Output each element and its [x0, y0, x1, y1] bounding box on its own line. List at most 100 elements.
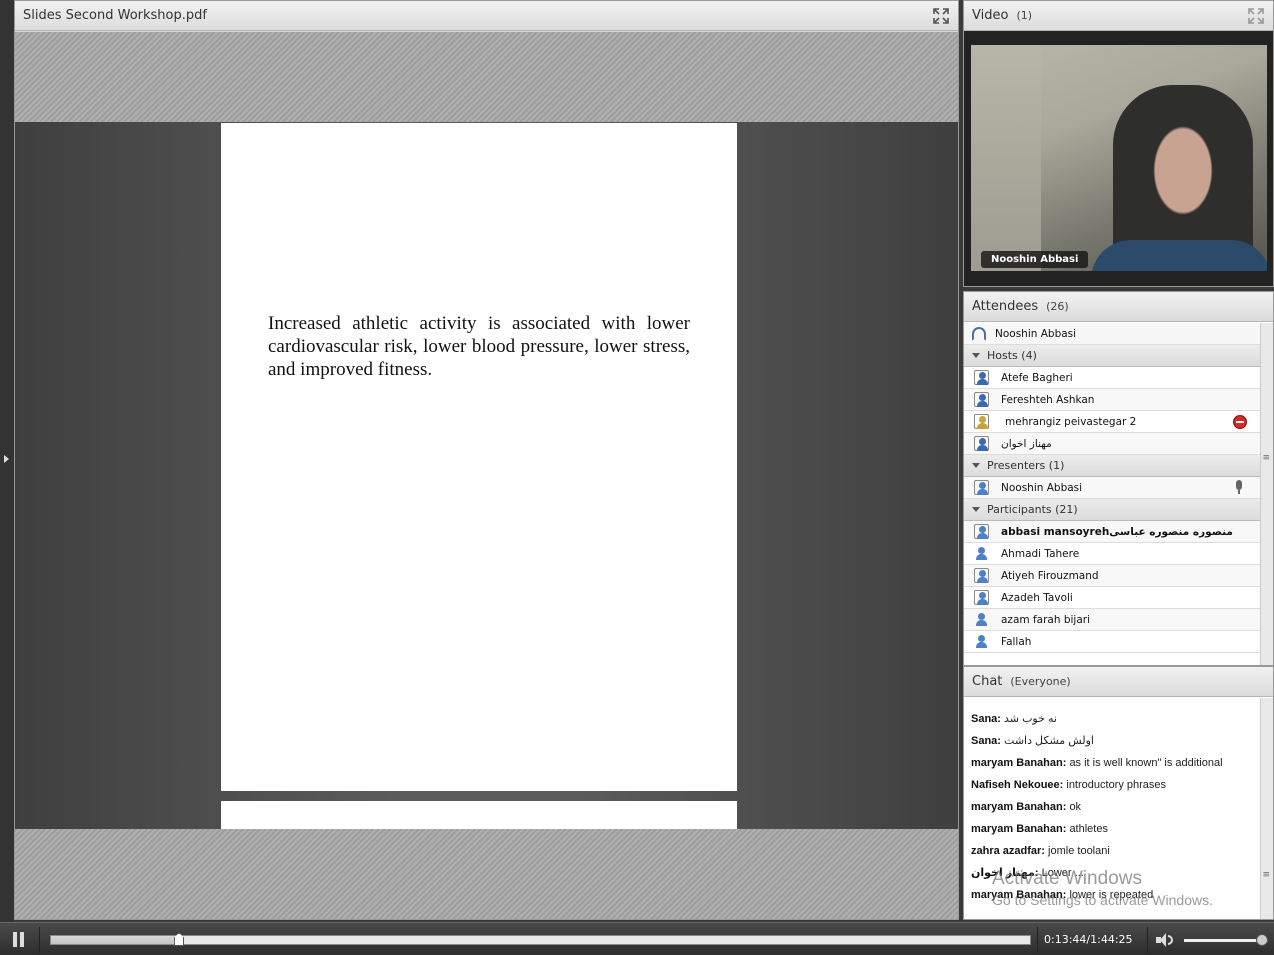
presenter-shoulders	[1091, 240, 1267, 271]
pause-icon[interactable]	[12, 932, 26, 947]
video-background	[971, 45, 1041, 271]
playback-time: 0:13:44/1:44:25	[1044, 933, 1133, 946]
participant-name: abbasi mansoyrehمنصوره منصوره عباسی	[1001, 525, 1233, 538]
participant-name: Fallah	[1001, 635, 1032, 648]
chat-sender: maryam Banahan:	[971, 823, 1067, 835]
collapse-triangle-icon[interactable]	[972, 507, 980, 512]
chat-text: Lower ...	[1041, 867, 1084, 879]
hosts-label: Hosts (4)	[987, 349, 1037, 362]
participant-user-icon	[974, 612, 989, 627]
chat-message: Nafiseh Nekouee: introductory phrases	[971, 774, 1261, 796]
chat-text: athletes	[1069, 823, 1108, 835]
share-pod-title: Slides Second Workshop.pdf	[23, 8, 207, 23]
webcam-video[interactable]: Nooshin Abbasi	[971, 45, 1267, 271]
chat-text: as it is well known" is additional	[1069, 757, 1223, 769]
host-name: mehrangiz peivastegar 2	[1005, 415, 1137, 428]
host-user-icon	[974, 436, 989, 451]
participant-user-icon	[974, 546, 989, 561]
share-pod-header: Slides Second Workshop.pdf	[15, 1, 958, 31]
chat-sender: maryam Banahan:	[971, 801, 1067, 813]
participant-user-icon	[974, 524, 989, 539]
seek-bar[interactable]	[50, 935, 1031, 945]
video-pod: Video (1) Nooshin Abbasi	[963, 0, 1274, 287]
participant-row[interactable]: Fallah	[964, 631, 1261, 653]
host-row[interactable]: Atefe Bagheri	[964, 367, 1261, 389]
chat-scrollbar[interactable]: ≡	[1260, 698, 1273, 919]
chat-pod: Chat (Everyone) Sana: نه خوب شد Sana: او…	[963, 666, 1274, 920]
chat-sender: مهناز اخوان:	[971, 867, 1039, 879]
chat-scope[interactable]: (Everyone)	[1010, 675, 1070, 688]
slide-page: Increased athletic activity is associate…	[221, 123, 737, 791]
participant-row[interactable]: Azadeh Tavoli	[964, 587, 1261, 609]
chat-message: zahra azadfar: jomle toolani	[971, 840, 1261, 862]
scroll-grip-icon[interactable]: ≡	[1262, 870, 1270, 880]
chat-text: اولش مشکل داشت	[1004, 735, 1094, 747]
host-row[interactable]: Fereshteh Ashkan	[964, 389, 1261, 411]
divider	[39, 927, 40, 953]
host-user-icon	[974, 392, 989, 407]
attendees-title: Attendees	[972, 299, 1039, 314]
presenters-group[interactable]: Presenters (1)	[964, 455, 1261, 477]
chat-sender: zahra azadfar:	[971, 845, 1045, 857]
chat-text: نه خوب شد	[1004, 713, 1057, 725]
hosts-group[interactable]: Hosts (4)	[964, 345, 1261, 367]
attendees-pod-header: Attendees (26)	[964, 292, 1273, 322]
participant-name: Ahmadi Tahere	[1001, 547, 1080, 560]
presenters-label: Presenters (1)	[987, 459, 1065, 472]
next-slide-page	[221, 801, 737, 829]
expand-arrow-icon[interactable]	[4, 455, 9, 463]
share-stage: Increased athletic activity is associate…	[15, 32, 958, 919]
chat-message: maryam Banahan: athletes	[971, 818, 1261, 840]
chat-sender: Sana:	[971, 735, 1001, 747]
chat-message: maryam Banahan: ok	[971, 796, 1261, 818]
participant-name: Azadeh Tavoli	[1001, 591, 1073, 604]
seek-progress	[51, 936, 180, 944]
scroll-grip-icon[interactable]: ≡	[1262, 453, 1270, 463]
playback-bar: 0:13:44/1:44:25	[0, 922, 1274, 955]
participant-name: azam farah bijari	[1001, 613, 1090, 626]
host-name: مهناز اخوان	[1001, 437, 1052, 450]
chat-pod-header: Chat (Everyone)	[964, 667, 1273, 697]
host-name: Atefe Bagheri	[1001, 371, 1073, 384]
presenter-name: Nooshin Abbasi	[1001, 481, 1083, 494]
volume-handle[interactable]	[1256, 934, 1268, 946]
chat-text: jomle toolani	[1048, 845, 1110, 857]
participant-row[interactable]: abbasi mansoyrehمنصوره منصوره عباسی	[964, 521, 1261, 543]
right-column: Video (1) Nooshin Abbasi Attendees (26) …	[963, 0, 1274, 922]
chat-sender: maryam Banahan:	[971, 757, 1067, 769]
participant-row[interactable]: Ahmadi Tahere	[964, 543, 1261, 565]
collapse-triangle-icon[interactable]	[972, 463, 980, 468]
divider	[1147, 927, 1148, 953]
chat-sender: Nafiseh Nekouee:	[971, 779, 1064, 791]
host-row[interactable]: مهناز اخوان	[964, 433, 1261, 455]
participant-row[interactable]: Atiyeh Firouzmand	[964, 565, 1261, 587]
host-user-icon	[974, 414, 989, 429]
fullscreen-icon[interactable]	[1247, 7, 1265, 25]
divider	[1037, 927, 1038, 953]
host-name: Fereshteh Ashkan	[1001, 393, 1095, 406]
video-pod-header: Video (1)	[964, 1, 1273, 31]
volume-icon[interactable]	[1156, 933, 1174, 947]
meeting-window: Slides Second Workshop.pdf Increased ath…	[0, 0, 1274, 955]
presenter-row[interactable]: Nooshin Abbasi	[964, 477, 1261, 499]
participant-user-icon	[974, 568, 989, 583]
fullscreen-icon[interactable]	[932, 7, 950, 25]
attendees-scrollbar[interactable]: ≡	[1260, 323, 1273, 665]
chat-text: introductory phrases	[1066, 779, 1167, 791]
attendees-list: Nooshin Abbasi Hosts (4) Atefe Bagheri F…	[964, 323, 1261, 665]
chat-sender: Sana:	[971, 713, 1001, 725]
participant-row[interactable]: azam farah bijari	[964, 609, 1261, 631]
current-user-row[interactable]: Nooshin Abbasi	[964, 323, 1261, 345]
participant-name: Atiyeh Firouzmand	[1001, 569, 1099, 582]
participants-group[interactable]: Participants (21)	[964, 499, 1261, 521]
collapse-strip[interactable]	[0, 0, 14, 922]
video-name-tag: Nooshin Abbasi	[981, 251, 1089, 268]
slide-text: Increased athletic activity is associate…	[268, 313, 690, 380]
host-user-icon	[974, 370, 989, 385]
chat-text: lower is repeated	[1069, 889, 1154, 901]
host-row[interactable]: mehrangiz peivastegar 2	[964, 411, 1261, 433]
video-pod-title: Video	[972, 8, 1009, 23]
collapse-triangle-icon[interactable]	[972, 353, 980, 358]
chat-text: ok	[1069, 801, 1082, 813]
phone-icon	[972, 326, 986, 341]
